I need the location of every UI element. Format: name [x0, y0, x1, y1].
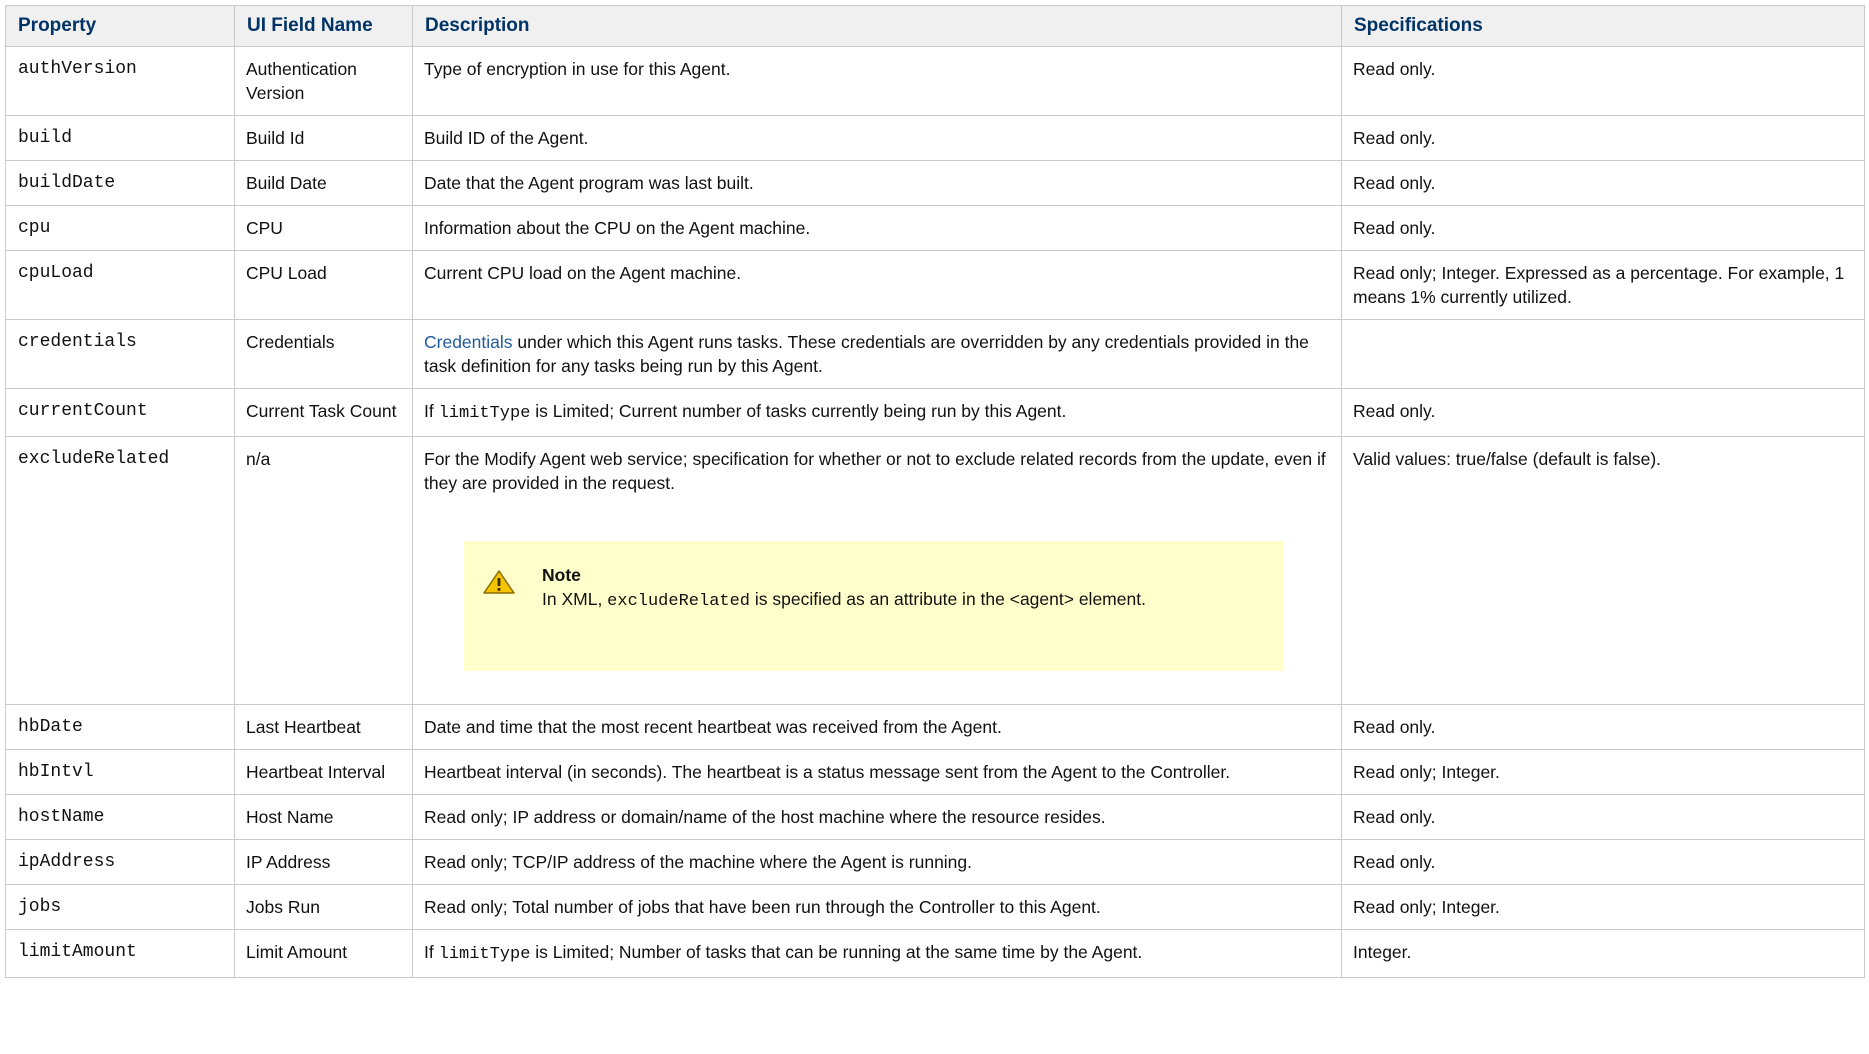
inline-code: excludeRelated [607, 592, 750, 611]
spec-cell: Read only; Integer. [1341, 884, 1865, 930]
note-text: In XML, excludeRelated is specified as a… [542, 587, 1264, 614]
warning-icon [483, 570, 515, 594]
table-row: excludeRelated n/a For the Modify Agent … [5, 436, 1865, 705]
table-row: limitAmount Limit Amount If limitType is… [5, 929, 1865, 978]
property-cell: credentials [5, 319, 235, 389]
note-text-part: is specified as an attribute in the <age… [750, 589, 1146, 609]
ui-field-cell: n/a [234, 436, 413, 705]
ui-field-cell: Host Name [234, 794, 413, 840]
property-cell: excludeRelated [5, 436, 235, 705]
table-row: credentials Credentials Credentials unde… [5, 319, 1865, 389]
description-cell: Read only; IP address or domain/name of … [412, 794, 1342, 840]
ui-field-cell: Current Task Count [234, 388, 413, 437]
description-text: is Limited; Number of tasks that can be … [530, 942, 1143, 962]
description-text: is Limited; Current number of tasks curr… [530, 401, 1067, 421]
ui-field-cell: Build Date [234, 160, 413, 206]
table-row: build Build Id Build ID of the Agent. Re… [5, 115, 1865, 161]
spec-cell: Read only. [1341, 704, 1865, 750]
table-row: buildDate Build Date Date that the Agent… [5, 160, 1865, 206]
table-row: hostName Host Name Read only; IP address… [5, 794, 1865, 840]
table-row: hbIntvl Heartbeat Interval Heartbeat int… [5, 749, 1865, 795]
credentials-link[interactable]: Credentials [424, 332, 513, 352]
property-cell: hostName [5, 794, 235, 840]
inline-code: limitType [438, 404, 531, 423]
description-cell: Read only; Total number of jobs that hav… [412, 884, 1342, 930]
ui-field-cell: CPU Load [234, 250, 413, 320]
description-cell: Date that the Agent program was last bui… [412, 160, 1342, 206]
property-cell: cpuLoad [5, 250, 235, 320]
table-row: hbDate Last Heartbeat Date and time that… [5, 704, 1865, 750]
spec-cell: Read only; Integer. Expressed as a perce… [1341, 250, 1865, 320]
spec-cell: Read only. [1341, 205, 1865, 251]
ui-field-cell: IP Address [234, 839, 413, 885]
spec-cell [1341, 319, 1865, 389]
description-text: If [424, 401, 439, 421]
property-cell: build [5, 115, 235, 161]
property-cell: authVersion [5, 46, 235, 116]
description-cell: Information about the CPU on the Agent m… [412, 205, 1342, 251]
ui-field-cell: Jobs Run [234, 884, 413, 930]
description-cell: For the Modify Agent web service; specif… [412, 436, 1342, 705]
property-cell: jobs [5, 884, 235, 930]
description-cell: Current CPU load on the Agent machine. [412, 250, 1342, 320]
ui-field-cell: Build Id [234, 115, 413, 161]
spec-cell: Read only. [1341, 115, 1865, 161]
table-row: cpuLoad CPU Load Current CPU load on the… [5, 250, 1865, 320]
note-title: Note [542, 565, 581, 585]
spec-cell: Valid values: true/false (default is fal… [1341, 436, 1865, 705]
ui-field-cell: Authentication Version [234, 46, 413, 116]
description-cell: Type of encryption in use for this Agent… [412, 46, 1342, 116]
spec-cell: Read only. [1341, 388, 1865, 437]
table-row: authVersion Authentication Version Type … [5, 46, 1865, 116]
property-cell: hbDate [5, 704, 235, 750]
description-cell: Credentials under which this Agent runs … [412, 319, 1342, 389]
ui-field-cell: Limit Amount [234, 929, 413, 978]
spec-cell: Read only; Integer. [1341, 749, 1865, 795]
property-cell: currentCount [5, 388, 235, 437]
note-body: Note In XML, excludeRelated is specified… [542, 563, 1264, 614]
description-cell: Read only; TCP/IP address of the machine… [412, 839, 1342, 885]
header-description: Description [412, 5, 1342, 47]
table-header-row: Property UI Field Name Description Speci… [5, 5, 1865, 47]
description-cell: Build ID of the Agent. [412, 115, 1342, 161]
header-specifications: Specifications [1341, 5, 1865, 47]
note-panel: Note In XML, excludeRelated is specified… [464, 541, 1284, 671]
description-text: under which this Agent runs tasks. These… [424, 332, 1309, 376]
header-ui-field-name: UI Field Name [234, 5, 413, 47]
spec-cell: Integer. [1341, 929, 1865, 978]
property-cell: buildDate [5, 160, 235, 206]
ui-field-cell: Last Heartbeat [234, 704, 413, 750]
table-row: jobs Jobs Run Read only; Total number of… [5, 884, 1865, 930]
description-cell: Date and time that the most recent heart… [412, 704, 1342, 750]
description-cell: Heartbeat interval (in seconds). The hea… [412, 749, 1342, 795]
property-cell: hbIntvl [5, 749, 235, 795]
property-cell: cpu [5, 205, 235, 251]
property-cell: ipAddress [5, 839, 235, 885]
spec-cell: Read only. [1341, 160, 1865, 206]
ui-field-cell: Heartbeat Interval [234, 749, 413, 795]
spec-cell: Read only. [1341, 46, 1865, 116]
note-text-part: In XML, [542, 589, 608, 609]
page: Property UI Field Name Description Speci… [0, 0, 1869, 978]
inline-code: limitType [438, 945, 531, 964]
table-row: cpu CPU Information about the CPU on the… [5, 205, 1865, 251]
spec-cell: Read only. [1341, 839, 1865, 885]
description-text: If [424, 942, 439, 962]
ui-field-cell: Credentials [234, 319, 413, 389]
table-row: currentCount Current Task Count If limit… [5, 388, 1865, 437]
agent-properties-table: Property UI Field Name Description Speci… [5, 5, 1865, 978]
property-cell: limitAmount [5, 929, 235, 978]
header-property: Property [5, 5, 235, 47]
description-text: For the Modify Agent web service; specif… [424, 449, 1326, 493]
description-cell: If limitType is Limited; Current number … [412, 388, 1342, 437]
spec-cell: Read only. [1341, 794, 1865, 840]
ui-field-cell: CPU [234, 205, 413, 251]
description-cell: If limitType is Limited; Number of tasks… [412, 929, 1342, 978]
table-row: ipAddress IP Address Read only; TCP/IP a… [5, 839, 1865, 885]
